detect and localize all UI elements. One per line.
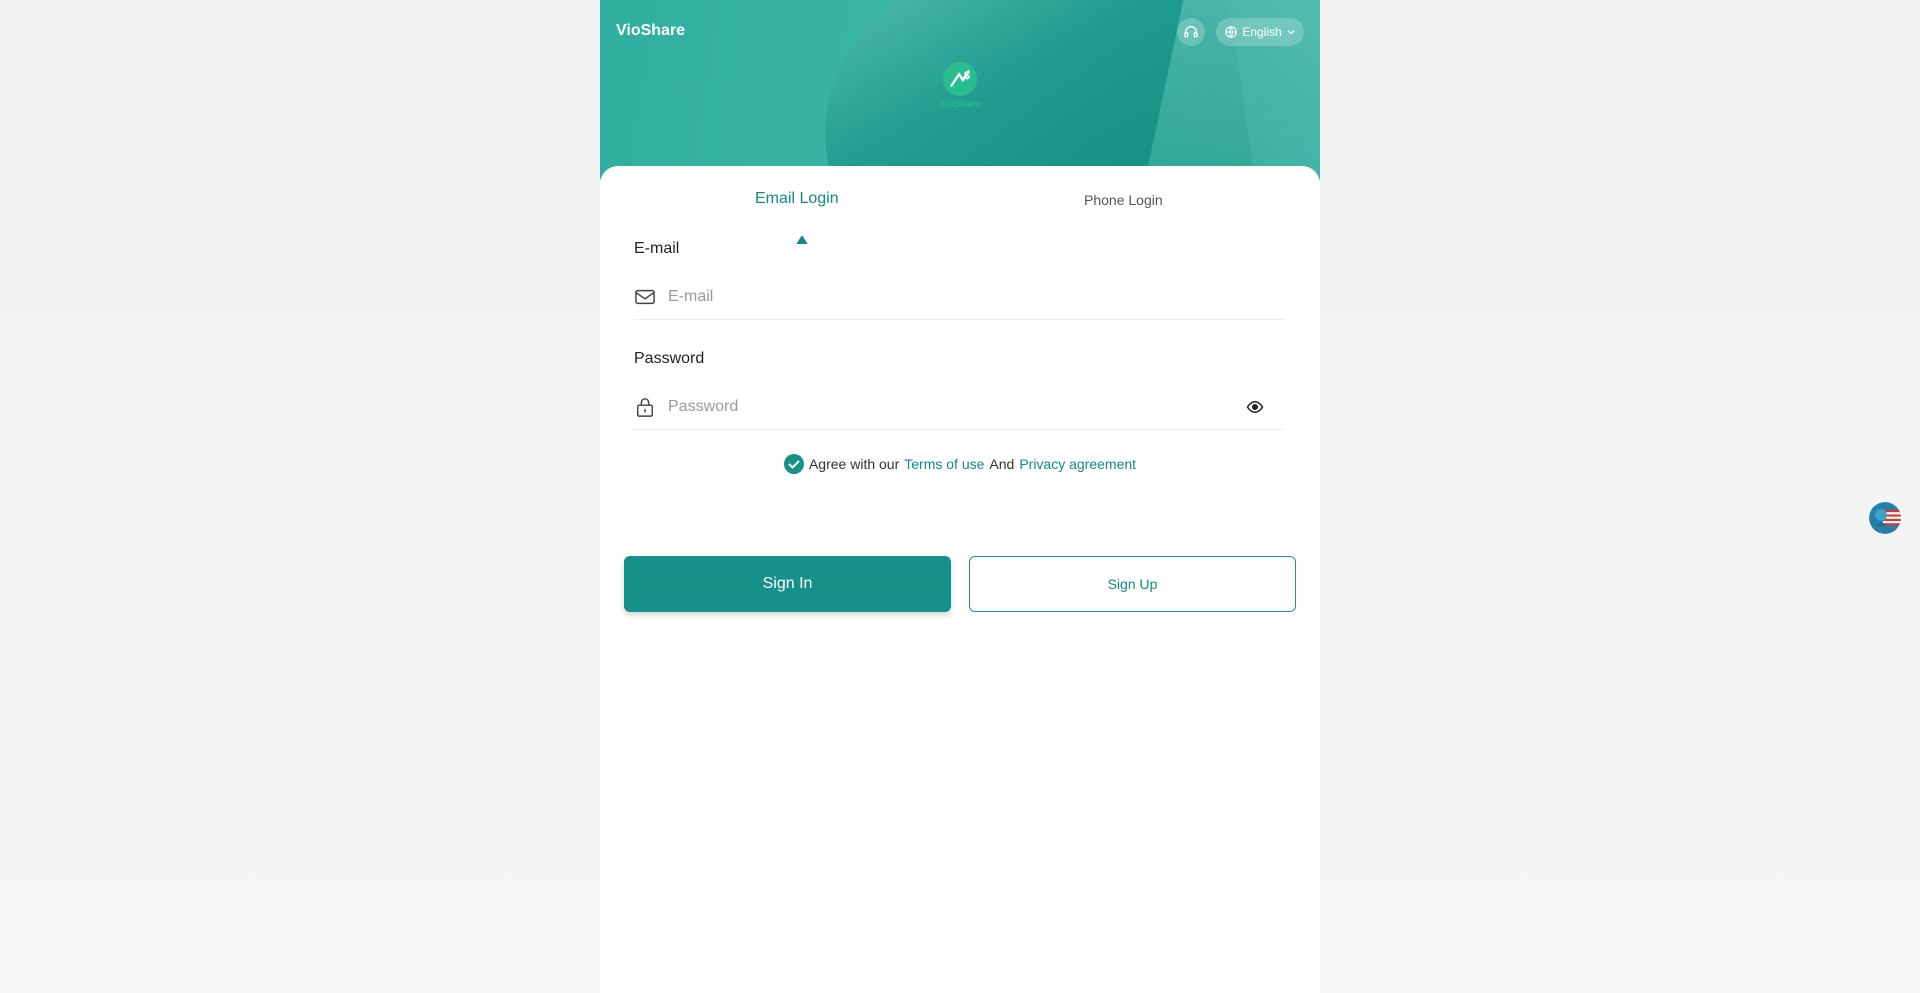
password-field-wrapper bbox=[634, 384, 1284, 430]
envelope-icon bbox=[635, 289, 655, 305]
password-input[interactable] bbox=[668, 392, 1228, 422]
login-tabs: Email Login Phone Login bbox=[600, 190, 1320, 244]
sign-up-button[interactable]: Sign Up bbox=[969, 556, 1296, 612]
privacy-agreement-link[interactable]: Privacy agreement bbox=[1019, 456, 1136, 472]
agreement-and-text: And bbox=[989, 456, 1015, 472]
active-tab-indicator bbox=[796, 236, 808, 244]
email-input[interactable] bbox=[668, 282, 1228, 312]
brand-name: VioShare bbox=[616, 22, 686, 39]
support-button[interactable] bbox=[1177, 18, 1205, 46]
header-banner: VioShare English $ VioShare bbox=[600, 0, 1320, 180]
email-field-wrapper bbox=[634, 274, 1284, 320]
app-container: VioShare English $ VioShare Email Login … bbox=[600, 0, 1320, 993]
email-label: E-mail bbox=[634, 240, 680, 257]
chevron-down-icon bbox=[1287, 30, 1295, 35]
language-selector[interactable]: English bbox=[1216, 18, 1304, 46]
agreement-row: Agree with our Terms of use And Privacy … bbox=[600, 453, 1320, 475]
flag-graphic bbox=[1869, 502, 1901, 534]
logo-icon: $ bbox=[942, 61, 978, 97]
agreement-text: Agree with our bbox=[808, 456, 900, 472]
headset-icon bbox=[1184, 26, 1198, 38]
login-card: Email Login Phone Login E-mail Password bbox=[600, 166, 1320, 993]
globe-icon bbox=[1225, 26, 1238, 38]
logo-wordmark: VioShare bbox=[938, 99, 982, 110]
password-label: Password bbox=[634, 350, 705, 367]
eye-icon[interactable] bbox=[1246, 398, 1264, 416]
language-label: English bbox=[1242, 25, 1282, 39]
terms-of-use-link[interactable]: Terms of use bbox=[904, 456, 984, 472]
app-logo: $ VioShare bbox=[938, 60, 982, 120]
tab-email-login[interactable]: Email Login bbox=[755, 190, 839, 208]
tab-phone-login[interactable]: Phone Login bbox=[1084, 192, 1163, 208]
sign-in-button[interactable]: Sign In bbox=[624, 556, 951, 612]
svg-text:$: $ bbox=[964, 70, 971, 82]
us-flag-support-icon[interactable] bbox=[1869, 502, 1901, 534]
agree-checkbox[interactable] bbox=[783, 454, 804, 474]
lock-icon bbox=[637, 398, 653, 417]
